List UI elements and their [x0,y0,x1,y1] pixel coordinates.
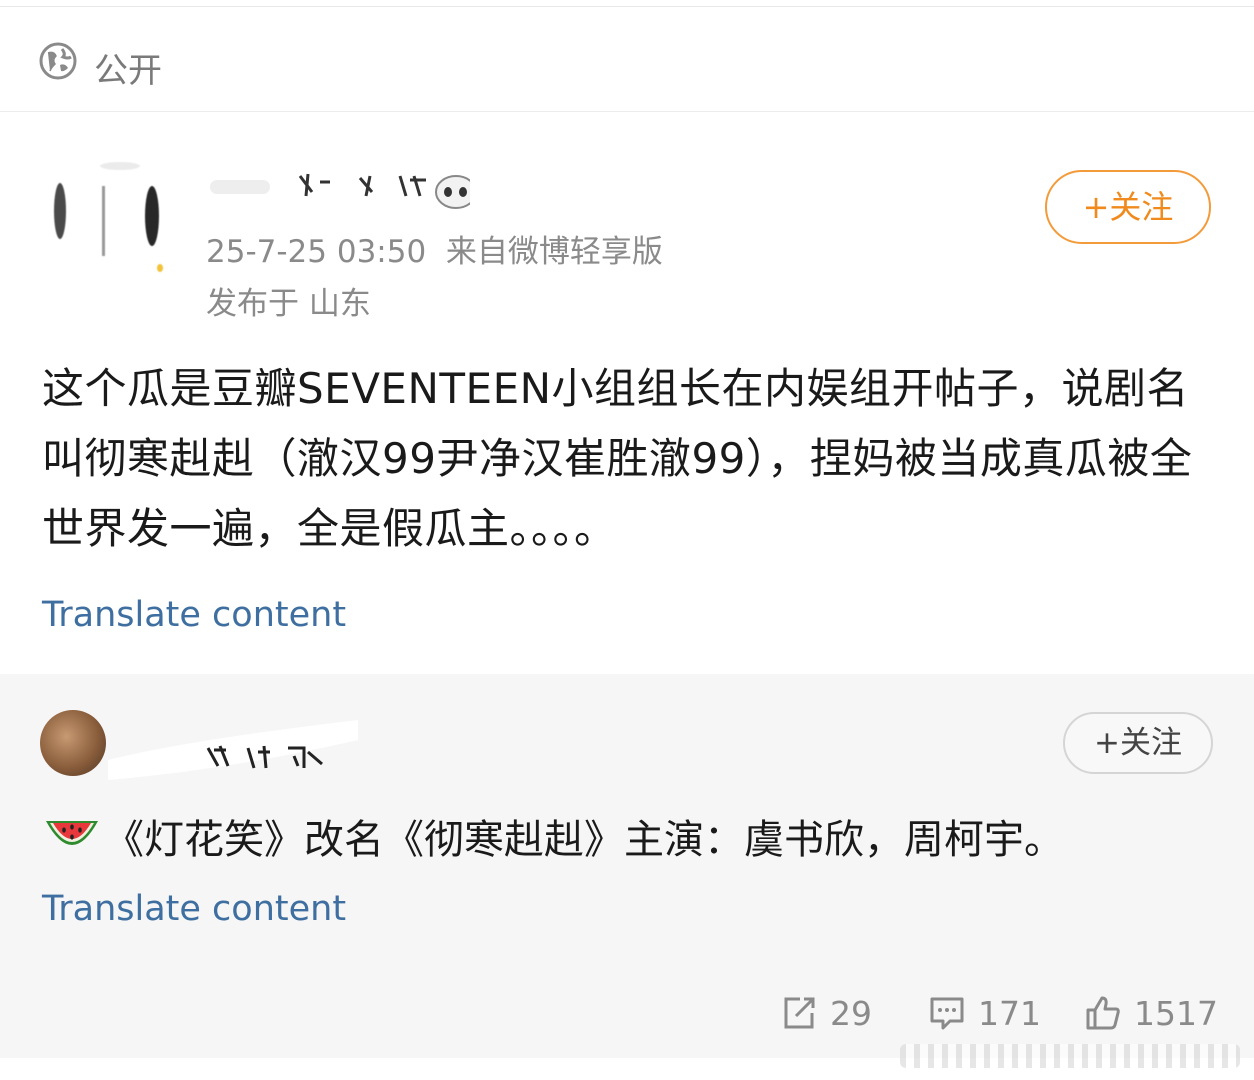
visibility-label: 公开 [94,51,162,91]
follow-button[interactable]: +关注 [1045,170,1211,244]
share-button[interactable]: 29 [780,988,872,1038]
comment-icon [930,997,964,1030]
comment-button[interactable]: 171 [928,988,1041,1038]
thumbs-up-icon [1086,996,1120,1030]
action-bar: 29 171 1517 [0,988,1254,1038]
like-button[interactable]: 1517 [1084,988,1218,1038]
repost-text: 《灯花笑》改名《彻寒赳赳》主演：虞书欣，周柯宇。 [104,817,1064,863]
repost-card[interactable]: +关注 《灯花笑》改名《彻寒赳赳》主演：虞书欣，周柯宇。 Translate c… [0,674,1254,1058]
avatar[interactable] [40,156,180,276]
post-body: 这个瓜是豆瓣SEVENTEEN小组组长在内娱组开帖子，说剧名叫彻寒赳赳（澈汉99… [42,364,1193,553]
post-timestamp: 25-7-25 03:50 [206,234,427,270]
repost-translate-link[interactable]: Translate content [42,884,346,934]
visibility-bar: 公开 [0,7,1254,112]
share-count: 29 [830,993,872,1033]
watermark-strip [900,1044,1240,1068]
repost-follow-button[interactable]: +关注 [1063,712,1213,774]
post-meta: 25-7-25 03:50 来自微博轻享版 [206,228,663,276]
translate-content-link[interactable]: Translate content [42,590,346,640]
post-location: 发布于 山东 [206,286,371,322]
username-redacted[interactable] [200,162,470,214]
repost-username-redacted[interactable] [108,700,368,786]
original-post: 25-7-25 03:50 来自微博轻享版 发布于 山东 +关注 这个瓜是豆瓣S… [0,112,1254,674]
comment-count: 171 [978,993,1041,1033]
watermelon-icon [46,821,98,845]
post-source[interactable]: 来自微博轻享版 [446,234,663,270]
weibo-post-page: 公开 25-7-25 03:50 来自微博轻享版 发布于 山东 +关注 这个瓜是… [0,0,1254,1080]
like-count: 1517 [1134,993,1218,1033]
repost-body: 《灯花笑》改名《彻寒赳赳》主演：虞书欣，周柯宇。 [42,812,1212,868]
share-icon [784,997,815,1029]
globe-icon [39,42,77,80]
repost-avatar[interactable] [40,710,106,776]
